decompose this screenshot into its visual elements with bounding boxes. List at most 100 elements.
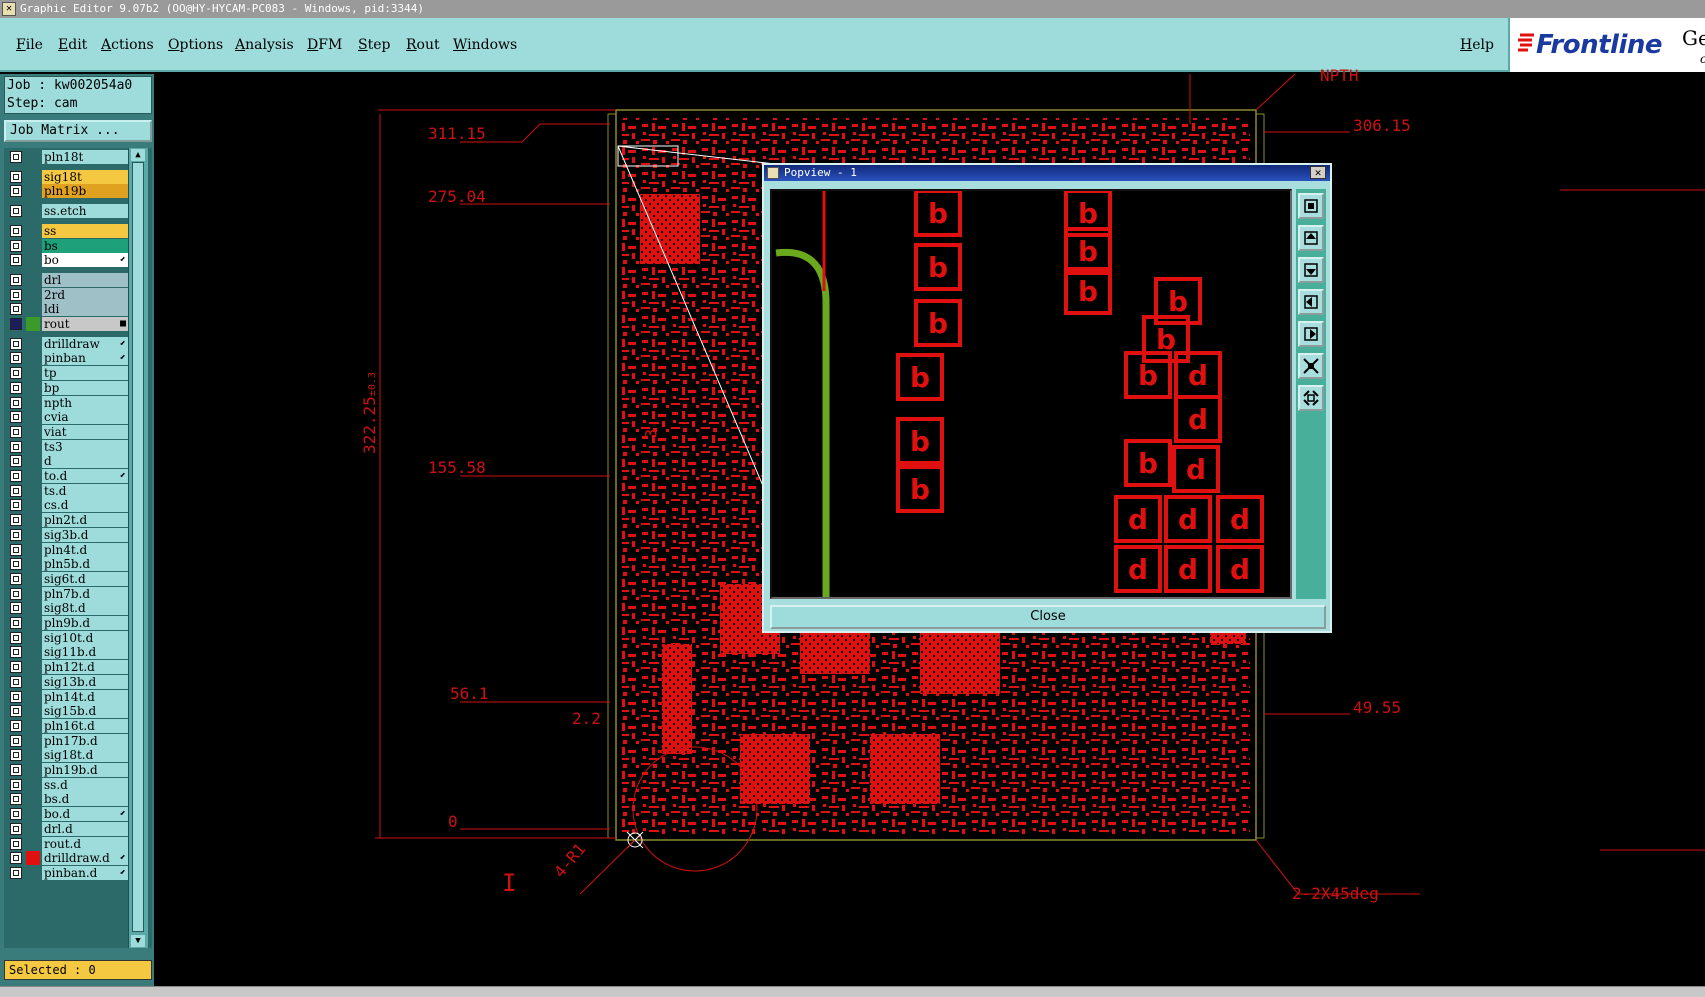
layer-checkbox[interactable] (10, 602, 22, 615)
layer-name[interactable]: sig3b.d (42, 527, 128, 542)
layer-row[interactable]: pln12t.d (4, 660, 128, 675)
pan-left-icon[interactable] (1298, 289, 1324, 315)
layer-checkbox[interactable] (10, 558, 22, 571)
popview-titlebar[interactable]: Popview - 1 ✕ (764, 165, 1330, 181)
layer-row[interactable]: drilldraw.d ⬋ (4, 851, 128, 866)
layer-row[interactable]: pln19b (4, 184, 128, 199)
layer-name[interactable]: bo (42, 253, 128, 268)
layer-checkbox[interactable] (10, 499, 22, 512)
layer-name[interactable]: cvia (42, 410, 128, 425)
layer-name[interactable]: pinban.d (42, 865, 128, 880)
layer-checkbox[interactable] (10, 837, 22, 850)
menu-analysis[interactable]: Analysis (235, 37, 294, 53)
layer-name[interactable]: pln2t.d (42, 513, 128, 528)
pan-right-icon[interactable] (1298, 321, 1324, 347)
layer-row[interactable]: drl.d (4, 821, 128, 836)
zoom-home-icon[interactable] (1298, 193, 1324, 219)
layer-checkbox[interactable] (10, 822, 22, 835)
layer-row[interactable]: pln5b.d (4, 557, 128, 572)
layer-checkbox[interactable] (10, 646, 22, 659)
layer-checkbox[interactable] (10, 367, 22, 380)
layer-row[interactable]: drl (4, 272, 128, 287)
layer-name[interactable]: sig13b.d (42, 674, 128, 689)
layer-name[interactable]: pln9b.d (42, 616, 128, 630)
layer-name[interactable]: rout.d (42, 836, 128, 851)
layer-row[interactable]: pln4t.d (4, 542, 128, 557)
layer-row[interactable]: sig15b.d (4, 704, 128, 719)
layer-checkbox[interactable] (10, 425, 22, 438)
pan-down-icon[interactable] (1298, 257, 1324, 283)
layer-row[interactable]: sig18t.d (4, 748, 128, 763)
layer-row[interactable]: rout.d (4, 836, 128, 851)
scroll-thumb[interactable] (132, 162, 144, 932)
layer-row[interactable]: ss (4, 223, 128, 238)
layer-name[interactable]: npth (42, 395, 128, 410)
menu-step[interactable]: Step (358, 37, 390, 53)
layer-checkbox[interactable] (10, 303, 22, 316)
layer-name[interactable]: pln7b.d (42, 586, 128, 601)
layer-row[interactable]: sig18t (4, 169, 128, 184)
layer-row[interactable]: sig11b.d (4, 645, 128, 660)
layer-name[interactable]: viat (42, 424, 128, 439)
layer-scrollbar[interactable]: ▲ ▼ (128, 148, 148, 948)
layer-checkbox[interactable] (10, 617, 22, 629)
layer-checkbox[interactable] (10, 793, 22, 806)
layer-name[interactable]: sig11b.d (42, 645, 128, 660)
layer-name[interactable]: pln17b.d (42, 733, 128, 748)
layer-row[interactable]: pln19b.d (4, 763, 128, 777)
layer-row[interactable]: sig8t.d (4, 601, 128, 616)
layer-checkbox[interactable] (10, 470, 22, 482)
popview-close-button[interactable]: Close (770, 605, 1326, 629)
layer-checkbox[interactable] (10, 151, 22, 163)
layer-name[interactable]: ss (42, 223, 128, 238)
layer-checkbox[interactable] (10, 690, 22, 703)
layer-row[interactable]: ss.etch (4, 204, 128, 219)
layer-name[interactable]: drl.d (42, 821, 128, 836)
layer-checkbox[interactable] (10, 719, 22, 732)
menu-windows[interactable]: Windows (453, 37, 517, 53)
layer-row[interactable]: sig13b.d (4, 674, 128, 689)
layer-checkbox[interactable] (10, 288, 22, 301)
layer-row[interactable]: ts3 (4, 439, 128, 454)
layer-name[interactable]: sig18t.d (42, 748, 128, 763)
layer-row[interactable]: pln17b.d (4, 733, 128, 748)
layer-name[interactable]: ldi (42, 302, 128, 317)
layer-row[interactable]: bp (4, 380, 128, 395)
layer-row[interactable]: bo.d ⬋ (4, 807, 128, 822)
layer-checkbox[interactable] (10, 749, 22, 762)
layer-name[interactable]: pln16t.d (42, 718, 128, 733)
layer-checkbox[interactable] (10, 273, 22, 286)
layer-checkbox[interactable] (10, 455, 22, 468)
menu-rout[interactable]: Rout (406, 37, 440, 53)
zoom-out-icon[interactable] (1298, 385, 1324, 411)
layer-name[interactable]: pln5b.d (42, 557, 128, 572)
layer-row[interactable]: cs.d (4, 498, 128, 513)
layer-row[interactable]: viat (4, 424, 128, 439)
layer-checkbox[interactable] (10, 661, 22, 674)
layer-row[interactable]: pln2t.d (4, 513, 128, 528)
layer-name[interactable]: d (42, 454, 128, 469)
layer-checkbox[interactable] (10, 185, 22, 198)
layer-row[interactable]: sig6t.d (4, 571, 128, 586)
layer-checkbox[interactable] (10, 381, 22, 394)
layer-checkbox[interactable] (10, 734, 22, 747)
layer-row[interactable]: tp (4, 366, 128, 381)
layer-row[interactable]: pln16t.d (4, 718, 128, 733)
layer-name[interactable]: pln12t.d (42, 660, 128, 675)
layer-checkbox[interactable] (10, 631, 22, 644)
layer-name[interactable]: bs (42, 238, 128, 253)
layer-name[interactable]: ts.d (42, 483, 128, 498)
layer-name[interactable]: pln4t.d (42, 542, 128, 557)
layer-name[interactable]: tp (42, 366, 128, 381)
layer-checkbox[interactable] (10, 170, 22, 183)
layer-checkbox[interactable] (10, 411, 22, 424)
layer-row[interactable]: bs (4, 238, 128, 253)
layer-checkbox[interactable] (10, 675, 22, 688)
layer-checkbox[interactable] (10, 205, 22, 218)
layer-checkbox[interactable] (10, 705, 22, 718)
layer-row[interactable]: ss.d (4, 777, 128, 792)
popview-close-icon[interactable]: ✕ (1310, 166, 1326, 179)
layer-name[interactable]: ss.d (42, 777, 128, 792)
layer-row[interactable]: sig10t.d (4, 630, 128, 645)
scroll-up-icon[interactable]: ▲ (131, 149, 145, 161)
